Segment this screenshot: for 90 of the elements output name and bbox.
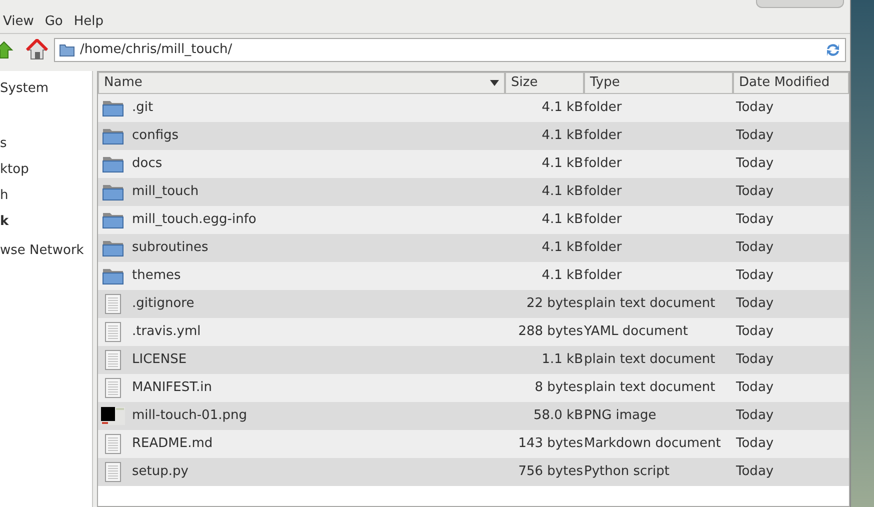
up-arrow-icon[interactable]	[0, 40, 14, 60]
folder-icon	[102, 239, 124, 257]
file-name[interactable]: configs	[132, 126, 179, 146]
date-modified: Today	[735, 435, 774, 454]
date-modified: Today	[735, 127, 774, 146]
column-header[interactable]: Name	[98, 72, 505, 94]
date-modified: Today	[735, 463, 774, 482]
text-file-icon	[105, 322, 121, 342]
column-header[interactable]: Date Modified	[733, 72, 849, 94]
file-name[interactable]: mill-touch-01.png	[132, 406, 247, 426]
file-name[interactable]: themes	[132, 266, 181, 286]
file-size: 4.1 kB	[540, 183, 584, 202]
file-name[interactable]: MANIFEST.in	[132, 378, 212, 398]
date-modified: Today	[735, 407, 774, 426]
file-size: 4.1 kB	[540, 211, 584, 230]
date-modified: Today	[735, 239, 774, 258]
menu-item[interactable]: Help	[74, 12, 104, 32]
folder-icon	[102, 211, 124, 229]
date-modified: Today	[735, 99, 774, 118]
file-name[interactable]: docs	[132, 154, 162, 174]
file-size: 22 bytes	[526, 295, 584, 314]
file-type: Markdown document	[584, 435, 722, 454]
menu-item[interactable]: Go	[44, 12, 63, 32]
folder-icon	[102, 267, 124, 285]
file-type: plain text document	[584, 351, 716, 370]
menu-item[interactable]: View	[3, 12, 34, 32]
date-modified: Today	[735, 323, 774, 342]
file-type: YAML document	[584, 323, 690, 342]
file-size: 4.1 kB	[540, 155, 584, 174]
date-modified: Today	[735, 267, 774, 286]
date-modified: Today	[735, 351, 774, 370]
text-file-icon	[105, 462, 121, 482]
file-type: folder	[584, 127, 623, 146]
file-name[interactable]: .git	[132, 98, 154, 118]
file-type: PNG image	[584, 407, 658, 426]
home-icon[interactable]	[26, 39, 48, 61]
file-size: 1.1 kB	[540, 351, 584, 370]
file-name[interactable]: subroutines	[132, 238, 208, 258]
file-size: 288 bytes	[517, 323, 584, 342]
file-name[interactable]: .travis.yml	[132, 322, 201, 342]
date-modified: Today	[735, 155, 774, 174]
date-modified: Today	[735, 211, 774, 230]
sort-arrow-icon	[490, 80, 499, 86]
file-name[interactable]: LICENSE	[132, 350, 187, 370]
text-file-icon	[105, 434, 121, 454]
text-file-icon	[105, 378, 121, 398]
location-field[interactable]: /home/chris/mill_touch/	[54, 38, 846, 62]
file-type: Python script	[584, 463, 670, 482]
folder-icon	[59, 43, 75, 57]
image-thumbnail-icon	[101, 407, 125, 425]
file-size: 4.1 kB	[540, 267, 584, 286]
sidebar-item[interactable]: System	[0, 81, 48, 97]
file-name[interactable]: README.md	[132, 434, 213, 454]
text-file-icon	[105, 350, 121, 370]
sidebar-item[interactable]: ktop	[0, 162, 29, 178]
file-size: 756 bytes	[517, 463, 584, 482]
sidebar-item[interactable]: s	[0, 136, 7, 152]
date-modified: Today	[735, 183, 774, 202]
folder-icon	[102, 99, 124, 117]
date-modified: Today	[735, 379, 774, 398]
column-header[interactable]: Type	[584, 72, 733, 94]
file-size: 4.1 kB	[540, 99, 584, 118]
file-size: 143 bytes	[517, 435, 584, 454]
file-name[interactable]: mill_touch.egg-info	[132, 210, 256, 230]
folder-icon	[102, 155, 124, 173]
column-header[interactable]: Size	[505, 72, 584, 94]
file-type: plain text document	[584, 295, 716, 314]
file-type: folder	[584, 155, 623, 174]
folder-icon	[102, 183, 124, 201]
file-size: 4.1 kB	[540, 239, 584, 258]
file-name[interactable]: setup.py	[132, 462, 188, 482]
file-type: folder	[584, 183, 623, 202]
date-modified: Today	[735, 295, 774, 314]
file-size: 58.0 kB	[532, 407, 584, 426]
file-size: 4.1 kB	[540, 127, 584, 146]
text-file-icon	[105, 294, 121, 314]
file-type: folder	[584, 267, 623, 286]
file-name[interactable]: mill_touch	[132, 182, 199, 202]
file-type: plain text document	[584, 379, 716, 398]
file-type: folder	[584, 239, 623, 258]
file-name[interactable]: .gitignore	[132, 294, 194, 314]
sidebar-item[interactable]: h	[0, 188, 8, 204]
location-path: /home/chris/mill_touch/	[80, 41, 234, 60]
file-type: folder	[584, 211, 623, 230]
sidebar-item[interactable]: k	[0, 214, 9, 230]
refresh-icon[interactable]	[825, 42, 841, 58]
sidebar-item[interactable]: wse Network	[0, 243, 84, 259]
folder-icon	[102, 127, 124, 145]
file-type: folder	[584, 99, 623, 118]
file-size: 8 bytes	[534, 379, 584, 398]
